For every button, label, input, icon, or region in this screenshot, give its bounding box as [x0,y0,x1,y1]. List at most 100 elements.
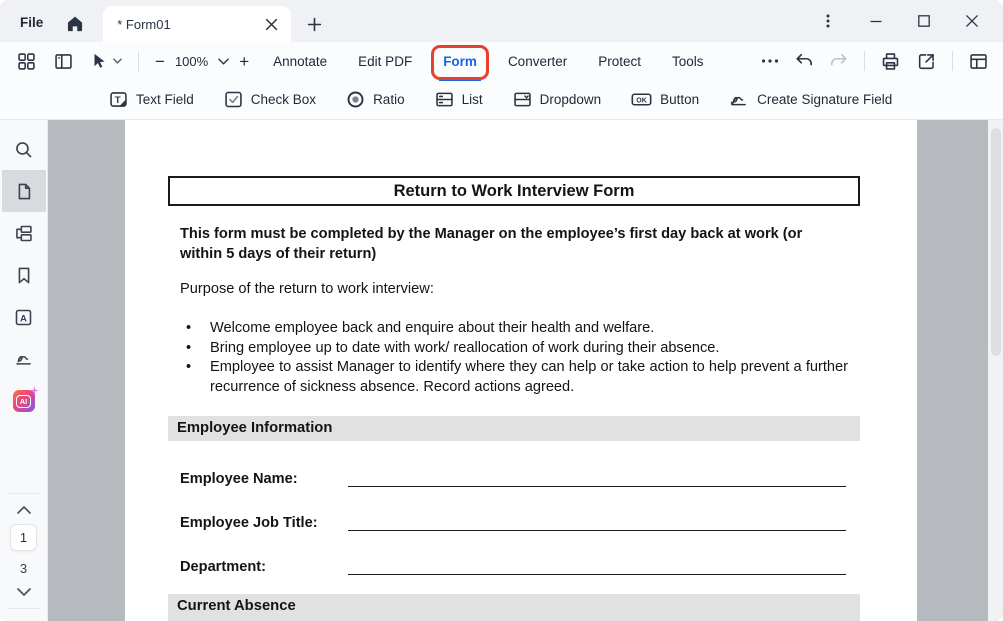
radio-button-icon [345,89,366,110]
sidebar-annotations-button[interactable]: A [2,296,46,338]
document-tab[interactable]: * Form01 [103,6,291,42]
list-tool[interactable]: List [434,89,483,110]
document-bullet-list: • Welcome employee back and enquire about… [180,319,848,397]
redo-icon [829,52,849,70]
svg-text:T: T [115,95,121,106]
kebab-menu-icon [821,13,835,29]
grid-view-button[interactable] [16,51,37,72]
field-label: Employee Job Title: [180,515,318,531]
new-tab-button[interactable] [307,17,322,32]
vertical-scrollbar[interactable] [988,120,1003,621]
bullet-item: • Bring employee up to date with work/ re… [180,339,848,359]
page-layout-button[interactable] [968,51,989,72]
bullet-text: Bring employee up to date with work/ rea… [210,340,719,356]
active-tab-underline [439,78,481,81]
zoom-in-button[interactable]: + [239,53,249,70]
form-tools-bar: T Text Field Check Box Ratio List Dropdo… [0,80,1003,120]
section-header-current-absence: Current Absence [168,594,860,621]
create-signature-field-tool[interactable]: Create Signature Field [728,89,892,110]
tree-structure-icon [13,223,34,244]
pdf-page[interactable]: Return to Work Interview Form This form … [125,120,917,621]
left-sidebar: A AI 1 3 [0,120,48,621]
next-page-button[interactable] [11,582,37,602]
previous-page-button[interactable] [11,500,37,520]
text-field-tool[interactable]: T Text Field [108,89,194,110]
sidebar-thumbnails-button[interactable] [2,170,46,212]
ratio-tool[interactable]: Ratio [345,89,405,110]
sidebar-ai-button[interactable]: AI [2,380,46,422]
cursor-icon [90,52,108,70]
ok-button-icon: OK [630,89,653,110]
sidebar-bookmarks-button[interactable] [2,254,46,296]
toolbar-divider [952,51,953,71]
document-intro-text: This form must be completed by the Manag… [180,225,837,264]
check-box-tool[interactable]: Check Box [223,89,316,110]
close-window-button[interactable] [963,12,981,30]
printer-icon [880,51,901,72]
home-icon [65,14,85,34]
svg-text:A: A [20,313,27,324]
signature-icon [13,349,35,370]
list-icon [434,89,455,110]
dropdown-icon [512,89,533,110]
bullet-marker: • [186,339,191,359]
tool-label: Button [660,92,699,107]
print-button[interactable] [880,51,901,72]
tool-label: Text Field [136,92,194,107]
zoom-out-button[interactable]: − [155,53,165,70]
bullet-text: Employee to assist Manager to identify w… [210,359,848,395]
tab-edit-pdf[interactable]: Edit PDF [356,50,414,73]
tab-form[interactable]: Form [441,50,479,73]
undo-icon [794,52,814,70]
file-menu[interactable]: File [20,15,43,30]
field-row-employee-job-title: Employee Job Title: [180,514,318,534]
maximize-button[interactable] [915,12,933,30]
tab-converter[interactable]: Converter [506,50,569,73]
redo-button[interactable] [829,52,849,70]
svg-text:OK: OK [636,98,647,105]
panel-toggle-button[interactable] [53,51,74,72]
select-tool-button[interactable] [90,52,122,70]
tab-annotate[interactable]: Annotate [271,50,329,73]
undo-button[interactable] [794,52,814,70]
more-tools-button[interactable] [761,58,779,64]
layout-icon [968,51,989,72]
home-button[interactable] [65,14,85,34]
tab-close-button[interactable] [262,15,281,34]
page-icon [14,181,34,202]
grid-icon [16,51,37,72]
bookmark-icon [14,265,34,286]
tab-protect[interactable]: Protect [596,50,643,73]
zoom-controls: − 100% + [155,53,249,70]
sidebar-signature-button[interactable] [2,338,46,380]
tab-tools[interactable]: Tools [670,50,706,73]
sparkle-icon [30,386,39,395]
plus-icon [307,17,322,32]
bullet-text: Welcome employee back and enquire about … [210,320,654,336]
bullet-item: •Welcome employee back and enquire about… [180,319,848,339]
scrollbar-thumb[interactable] [991,128,1001,356]
ellipsis-icon [761,58,779,64]
minimize-button[interactable] [867,12,885,30]
button-tool[interactable]: OK Button [630,89,699,110]
tab-form-label: Form [443,54,477,69]
check-box-icon [223,89,244,110]
chevron-down-icon [113,58,122,64]
dropdown-tool[interactable]: Dropdown [512,89,602,110]
chevron-down-icon[interactable] [218,58,229,65]
sidebar-outline-button[interactable] [2,212,46,254]
sidebar-search-button[interactable] [2,128,46,170]
more-menu-button[interactable] [819,11,837,31]
field-label: Employee Name: [180,471,298,487]
zoom-level[interactable]: 100% [175,54,208,69]
field-label: Department: [180,559,266,575]
current-page-input[interactable]: 1 [10,524,37,551]
document-purpose-text: Purpose of the return to work interview: [180,281,434,297]
page-navigator: 1 3 [0,487,47,621]
app-window: File * Form01 [0,0,1003,621]
tool-label: Ratio [373,92,405,107]
bullet-marker: • [186,358,191,378]
share-button[interactable] [916,51,937,72]
ai-assistant-icon: AI [13,390,35,412]
toolbar-divider [864,51,865,71]
